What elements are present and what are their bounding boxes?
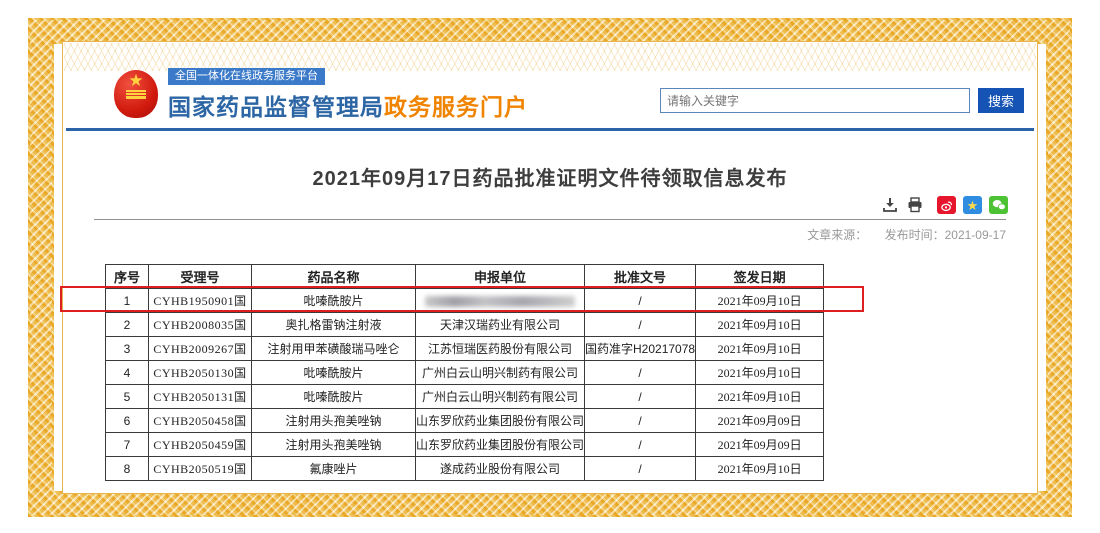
cell-apr: /: [585, 385, 696, 409]
cell-acc: CYHB2050459国: [149, 433, 252, 457]
cell-drug: 奥扎格雷钠注射液: [252, 313, 416, 337]
article-toolbar: ★: [881, 196, 1008, 214]
download-icon[interactable]: [881, 196, 899, 214]
col-header-acceptance: 受理号: [149, 265, 252, 289]
cell-acc: CYHB2008035国: [149, 313, 252, 337]
site-name: 国家药品监督管理局: [168, 94, 384, 120]
table-row: 1CYHB1950901国吡嗪酰胺片 /2021年09月10日: [106, 289, 824, 313]
cell-date: 2021年09月09日: [696, 409, 824, 433]
cell-apr: /: [585, 361, 696, 385]
cell-date: 2021年09月09日: [696, 433, 824, 457]
cell-app: 山东罗欣药业集团股份有限公司: [416, 433, 585, 457]
cell-acc: CYHB2050519国: [149, 457, 252, 481]
redacted-applicant: [425, 296, 575, 307]
cell-app: 山东罗欣药业集团股份有限公司: [416, 409, 585, 433]
cell-drug: 吡嗪酰胺片: [252, 289, 416, 313]
cell-app: 广州白云山明兴制药有限公司: [416, 361, 585, 385]
search-bar: 搜索: [660, 88, 1024, 113]
toolbar-divider: [94, 219, 1006, 220]
cell-no: 6: [106, 409, 149, 433]
col-header-applicant: 申报单位: [416, 265, 585, 289]
cell-drug: 吡嗪酰胺片: [252, 385, 416, 409]
qzone-share-icon[interactable]: ★: [963, 196, 982, 214]
weibo-share-icon[interactable]: [937, 196, 956, 214]
records-table: 序号 受理号 药品名称 申报单位 批准文号 签发日期 1CYHB1950901国…: [105, 264, 824, 481]
table-row: 4CYHB2050130国吡嗪酰胺片广州白云山明兴制药有限公司/2021年09月…: [106, 361, 824, 385]
cell-app: 遂成药业股份有限公司: [416, 457, 585, 481]
cell-app: 江苏恒瑞医药股份有限公司: [416, 337, 585, 361]
table-row: 5CYHB2050131国吡嗪酰胺片广州白云山明兴制药有限公司/2021年09月…: [106, 385, 824, 409]
cell-apr: /: [585, 289, 696, 313]
cell-acc: CYHB2009267国: [149, 337, 252, 361]
table-row: 8CYHB2050519国氟康唑片遂成药业股份有限公司/2021年09月10日: [106, 457, 824, 481]
cell-acc: CYHB2050458国: [149, 409, 252, 433]
cell-drug: 吡嗪酰胺片: [252, 361, 416, 385]
cell-no: 8: [106, 457, 149, 481]
col-header-drug: 药品名称: [252, 265, 416, 289]
cell-app: [416, 289, 585, 313]
page-title: 2021年09月17日药品批准证明文件待领取信息发布: [0, 162, 1100, 191]
cell-drug: 注射用头孢美唑钠: [252, 409, 416, 433]
table-row: 6CYHB2050458国注射用头孢美唑钠山东罗欣药业集团股份有限公司/2021…: [106, 409, 824, 433]
col-header-date: 签发日期: [696, 265, 824, 289]
header-divider: [66, 128, 1034, 131]
print-icon[interactable]: [906, 196, 924, 214]
cell-apr: 国药准字H20217078: [585, 337, 696, 361]
table-body: 1CYHB1950901国吡嗪酰胺片/2021年09月10日2CYHB20080…: [106, 289, 824, 481]
col-header-approval: 批准文号: [585, 265, 696, 289]
publish-time: 发布时间：2021-09-17: [885, 228, 1006, 242]
cell-no: 4: [106, 361, 149, 385]
wechat-share-icon[interactable]: [989, 196, 1008, 214]
cell-apr: /: [585, 433, 696, 457]
cell-drug: 氟康唑片: [252, 457, 416, 481]
cell-apr: /: [585, 409, 696, 433]
article-meta: 文章来源： 发布时间：2021-09-17: [793, 226, 1006, 243]
source-label: 文章来源：: [807, 228, 867, 242]
cell-no: 7: [106, 433, 149, 457]
cell-date: 2021年09月10日: [696, 457, 824, 481]
cell-no: 5: [106, 385, 149, 409]
cell-no: 1: [106, 289, 149, 313]
cell-date: 2021年09月10日: [696, 289, 824, 313]
cell-drug: 注射用甲苯磺酸瑞马唑仑: [252, 337, 416, 361]
national-emblem-icon: ★: [114, 70, 158, 118]
cell-date: 2021年09月10日: [696, 337, 824, 361]
site-brand: 全国一体化在线政务服务平台 国家药品监督管理局政务服务门户: [168, 66, 528, 122]
site-header: ★ 全国一体化在线政务服务平台 国家药品监督管理局政务服务门户 搜索: [66, 66, 1034, 122]
platform-badge: 全国一体化在线政务服务平台: [168, 68, 325, 85]
cell-date: 2021年09月10日: [696, 361, 824, 385]
table-header-row: 序号 受理号 药品名称 申报单位 批准文号 签发日期: [106, 265, 824, 289]
cell-apr: /: [585, 457, 696, 481]
search-input[interactable]: [660, 88, 970, 113]
cell-acc: CYHB1950901国: [149, 289, 252, 313]
cell-drug: 注射用头孢美唑钠: [252, 433, 416, 457]
cell-app: 天津汉瑞药业有限公司: [416, 313, 585, 337]
cell-acc: CYHB2050131国: [149, 385, 252, 409]
search-button[interactable]: 搜索: [978, 88, 1024, 113]
cell-date: 2021年09月10日: [696, 385, 824, 409]
cell-date: 2021年09月10日: [696, 313, 824, 337]
cell-apr: /: [585, 313, 696, 337]
page: ★ 全国一体化在线政务服务平台 国家药品监督管理局政务服务门户 搜索 2021年…: [0, 0, 1100, 533]
table-row: 2CYHB2008035国奥扎格雷钠注射液天津汉瑞药业有限公司/2021年09月…: [106, 313, 824, 337]
cell-no: 3: [106, 337, 149, 361]
site-suffix: 政务服务门户: [384, 94, 528, 120]
cell-no: 2: [106, 313, 149, 337]
table-row: 7CYHB2050459国注射用头孢美唑钠山东罗欣药业集团股份有限公司/2021…: [106, 433, 824, 457]
cell-acc: CYHB2050130国: [149, 361, 252, 385]
table-row: 3CYHB2009267国注射用甲苯磺酸瑞马唑仑江苏恒瑞医药股份有限公司国药准字…: [106, 337, 824, 361]
cell-app: 广州白云山明兴制药有限公司: [416, 385, 585, 409]
col-header-no: 序号: [106, 265, 149, 289]
